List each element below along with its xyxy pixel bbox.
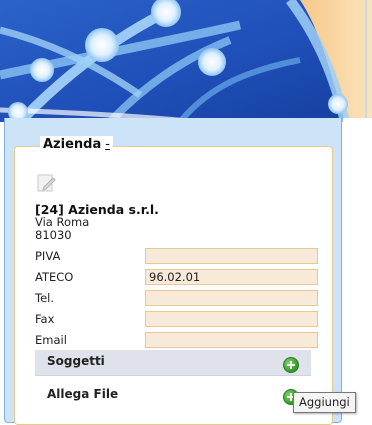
tel-label: Tel. bbox=[35, 291, 54, 305]
allega-file-label: Allega File bbox=[47, 387, 119, 401]
add-soggetto-icon[interactable] bbox=[283, 357, 299, 373]
soggetti-label: Soggetti bbox=[47, 354, 105, 368]
piva-field[interactable] bbox=[145, 248, 318, 264]
panel-title: Azienda bbox=[43, 137, 102, 152]
ateco-label: ATECO bbox=[35, 270, 74, 284]
header-banner bbox=[0, 0, 372, 122]
piva-label: PIVA bbox=[35, 249, 61, 263]
company-zip: 81030 bbox=[35, 228, 72, 242]
panel-legend: Azienda - bbox=[40, 136, 113, 154]
ateco-field[interactable]: 96.02.01 bbox=[145, 269, 318, 285]
email-field[interactable] bbox=[145, 332, 318, 348]
fax-field[interactable] bbox=[145, 311, 318, 327]
edit-icon[interactable] bbox=[37, 173, 57, 193]
collapse-link[interactable]: - bbox=[105, 137, 110, 152]
email-label: Email bbox=[35, 333, 67, 347]
right-gutter bbox=[343, 118, 372, 425]
azienda-panel bbox=[14, 146, 333, 425]
tel-field[interactable] bbox=[145, 290, 318, 306]
add-tooltip: Aggiungi bbox=[293, 392, 356, 413]
fax-label: Fax bbox=[35, 312, 55, 326]
